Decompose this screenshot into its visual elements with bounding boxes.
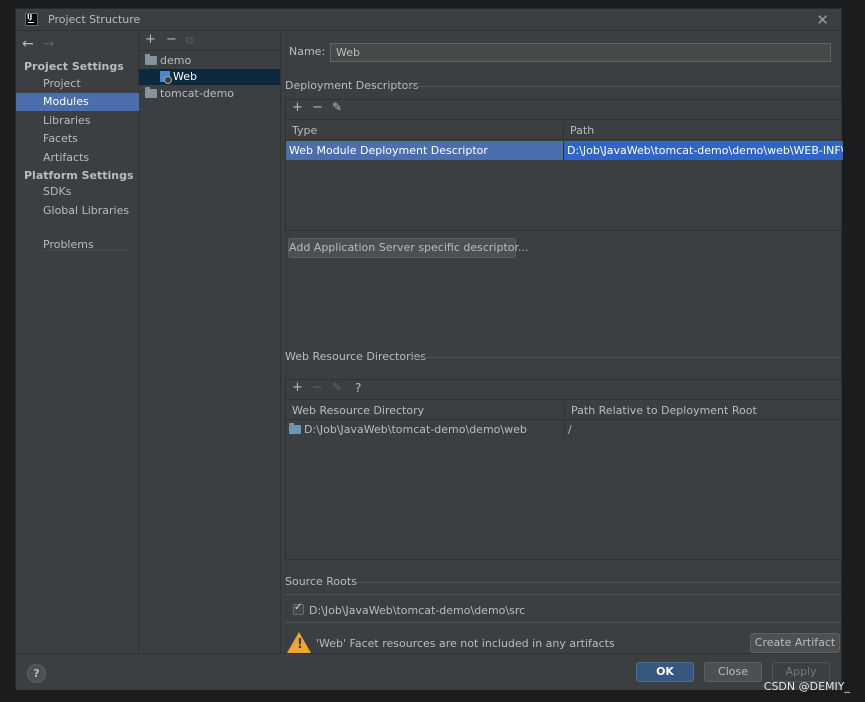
descriptor-toolbar: + − ✎	[286, 100, 841, 120]
dialog-footer: ? OK Close Apply	[16, 653, 841, 690]
back-arrow-icon[interactable]: ←	[22, 36, 34, 52]
name-field[interactable]: Web	[330, 43, 831, 62]
descriptor-path: D:\Job\JavaWeb\tomcat-demo\demo\web\WEB-…	[564, 141, 843, 160]
nav-item-libraries[interactable]: Libraries	[16, 112, 139, 130]
edit-icon[interactable]: ✎	[332, 380, 342, 394]
title-bar: Project Structure ✕	[16, 9, 841, 31]
nav-arrows: ← →	[22, 36, 63, 52]
source-root-path: D:\Job\JavaWeb\tomcat-demo\demo\src	[309, 604, 526, 617]
nav-section-project-settings: Project Settings	[24, 60, 124, 73]
deployment-descriptors-table: + − ✎ Type Path Web Module Deployment De…	[285, 99, 843, 231]
add-icon[interactable]: +	[292, 100, 303, 115]
apply-button[interactable]: Apply	[772, 662, 830, 682]
remove-icon[interactable]: −	[166, 32, 177, 47]
table-header: Web Resource Directory Path Relative to …	[286, 401, 841, 420]
tree-item-label: demo	[160, 54, 192, 67]
section-divider	[285, 622, 841, 623]
section-divider	[406, 86, 841, 87]
module-toolbar: + − ⧉	[139, 31, 280, 51]
intellij-logo-icon	[25, 13, 38, 26]
project-structure-dialog: Project Structure ✕ ←→ Project Settings …	[15, 8, 843, 690]
source-root-checkbox[interactable]	[293, 602, 304, 615]
section-divider	[285, 594, 841, 595]
web-facet-icon	[160, 71, 172, 84]
nav-item-artifacts[interactable]: Artifacts	[16, 149, 139, 167]
nav-item-modules[interactable]: Modules	[16, 93, 139, 111]
column-header-path-relative[interactable]: Path Relative to Deployment Root	[565, 401, 843, 420]
create-artifact-button[interactable]: Create Artifact	[750, 633, 840, 653]
nav-item-problems[interactable]: Problems	[16, 236, 139, 254]
tree-item-label: Web	[173, 70, 197, 83]
table-row[interactable]: Web Module Deployment Descriptor D:\Job\…	[286, 141, 843, 160]
nav-section-platform-settings: Platform Settings	[24, 169, 134, 182]
relative-path: /	[568, 423, 572, 436]
descriptor-type: Web Module Deployment Descriptor	[286, 141, 564, 160]
remove-icon[interactable]: −	[312, 380, 323, 395]
warning-message: 'Web' Facet resources are not included i…	[316, 637, 615, 650]
name-label: Name:	[289, 45, 326, 58]
ok-button[interactable]: OK	[636, 662, 694, 682]
section-divider	[412, 357, 841, 358]
deployment-descriptors-title: Deployment Descriptors	[285, 79, 419, 92]
resource-directory: D:\Job\JavaWeb\tomcat-demo\demo\web	[304, 423, 527, 436]
tree-item-web[interactable]: Web	[139, 69, 280, 85]
help-button[interactable]: ?	[27, 664, 46, 683]
forward-arrow-icon[interactable]: →	[43, 36, 55, 52]
resource-directory-cell: D:\Job\JavaWeb\tomcat-demo\demo\web	[286, 420, 565, 439]
web-resource-directories-table: + − ✎ ? Web Resource Directory Path Rela…	[285, 379, 842, 560]
facet-settings: Name: Web Deployment Descriptors + − ✎ T…	[282, 31, 843, 653]
nav-item-sdks[interactable]: SDKs	[16, 183, 139, 201]
source-roots-title: Source Roots	[285, 575, 357, 588]
table-header: Type Path	[286, 121, 841, 140]
tree-item-label: tomcat-demo	[160, 87, 235, 100]
resource-toolbar: + − ✎ ?	[286, 380, 841, 400]
edit-icon[interactable]: ✎	[332, 100, 342, 114]
web-resource-directories-title: Web Resource Directories	[285, 350, 427, 363]
table-row[interactable]: D:\Job\JavaWeb\tomcat-demo\demo\web /	[286, 420, 841, 439]
folder-icon	[145, 87, 157, 98]
nav-item-project[interactable]: Project	[16, 75, 139, 93]
copy-icon[interactable]: ⧉	[186, 34, 194, 48]
tree-item-tomcat-demo[interactable]: tomcat-demo	[145, 86, 280, 102]
tree-item-demo[interactable]: demo	[145, 53, 280, 69]
nav-item-facets[interactable]: Facets	[16, 130, 139, 148]
help-icon[interactable]: ?	[355, 381, 361, 395]
module-tree-panel: + − ⧉ demo Web tomcat-demo	[139, 31, 281, 653]
window-title: Project Structure	[48, 13, 141, 26]
add-icon[interactable]: +	[292, 380, 303, 395]
nav-item-global-libraries[interactable]: Global Libraries	[16, 202, 139, 220]
folder-icon	[145, 54, 157, 65]
settings-nav: ← → Project Settings Project Modules Libr…	[16, 31, 139, 653]
column-header-type[interactable]: Type	[286, 121, 564, 140]
column-header-path[interactable]: Path	[564, 121, 843, 140]
add-icon[interactable]: +	[145, 32, 156, 47]
section-divider	[356, 582, 841, 583]
add-server-descriptor-button[interactable]: Add Application Server specific descript…	[288, 238, 529, 258]
remove-icon[interactable]: −	[312, 100, 323, 115]
close-button[interactable]: Close	[704, 662, 762, 682]
warning-icon	[287, 632, 311, 653]
web-folder-icon	[289, 423, 301, 434]
close-icon[interactable]: ✕	[816, 11, 829, 29]
column-header-web-resource-directory[interactable]: Web Resource Directory	[286, 401, 565, 420]
watermark: CSDN @DEMIY_	[763, 680, 850, 693]
